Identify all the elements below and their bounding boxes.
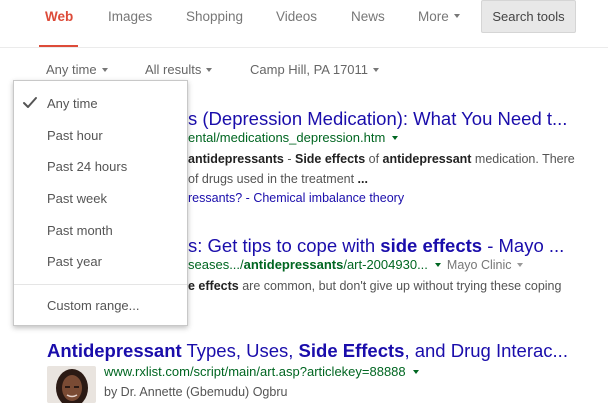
title-term: Side Effects: [298, 340, 405, 361]
url-term: antidepressants: [243, 257, 344, 272]
title-term: Antidepressant: [47, 340, 182, 361]
title-part: Types, Uses,: [181, 340, 299, 361]
chevron-down-icon[interactable]: [516, 262, 523, 267]
snippet-text: -: [283, 152, 295, 166]
snippet-term: ...: [357, 172, 368, 186]
check-icon: [23, 97, 37, 108]
filter-location-label: Camp Hill, PA 17011: [250, 62, 369, 77]
menu-item-custom-range[interactable]: Custom range...: [47, 298, 140, 313]
sitelink-chemical-imbalance[interactable]: Chemical imbalance theory: [253, 191, 404, 205]
tab-videos[interactable]: Videos: [276, 9, 317, 48]
menu-item-past-hour[interactable]: Past hour: [47, 128, 103, 143]
filter-location[interactable]: Camp Hill, PA 17011: [250, 62, 380, 77]
result-url-1: ental/medications_depression.htm: [188, 130, 399, 145]
snippet-text: of: [365, 152, 383, 166]
title-part: , and Drug Interac...: [404, 340, 568, 361]
chevron-down-icon: [453, 14, 460, 19]
tab-web[interactable]: Web: [39, 9, 78, 48]
menu-divider: [14, 284, 187, 285]
url-part: /art-2004930...: [343, 257, 428, 272]
menu-item-past-year[interactable]: Past year: [47, 254, 102, 269]
snippet-term: antidepressant: [382, 152, 472, 166]
title-part: s: [188, 235, 198, 256]
chevron-down-icon: [373, 67, 380, 72]
result-sitelinks-1: ressants? - Chemical imbalance theory: [188, 191, 404, 205]
menu-item-past-24-hours[interactable]: Past 24 hours: [47, 159, 127, 174]
result-title-1[interactable]: s (Depression Medication): What You Need…: [188, 108, 567, 130]
result-url-3-text: www.rxlist.com/script/main/art.asp?artic…: [104, 364, 406, 379]
snippet-text: are common, but don't give up without tr…: [238, 279, 562, 293]
chevron-down-icon: [206, 67, 213, 72]
tab-news-label: News: [351, 9, 385, 24]
result-source[interactable]: Mayo Clinic: [447, 258, 512, 272]
result-author[interactable]: by Dr. Annette (Gbemudu) Ogbru: [104, 385, 287, 399]
time-filter-menu: Any time Past hour Past 24 hours Past we…: [13, 80, 188, 326]
chevron-down-icon[interactable]: [392, 135, 399, 140]
result-snippet-2: e effects are common, but don't give up …: [188, 279, 561, 293]
filter-results[interactable]: All results: [145, 62, 213, 77]
result-url-1-text: ental/medications_depression.htm: [188, 130, 386, 145]
snippet-term: Side effects: [294, 152, 366, 166]
snippet-term: antidepressants: [188, 152, 284, 166]
filter-time[interactable]: Any time: [46, 62, 108, 77]
chevron-down-icon: [101, 67, 108, 72]
title-part: : Get tips to cope with: [197, 235, 381, 256]
nav-divider: [0, 47, 608, 48]
author-avatar[interactable]: [47, 366, 96, 403]
tab-images-label: Images: [108, 9, 153, 24]
title-term: side effects: [380, 235, 483, 256]
result-title-3[interactable]: Antidepressant Types, Uses, Side Effects…: [47, 340, 568, 362]
tab-shopping[interactable]: Shopping: [186, 9, 243, 48]
filter-time-label: Any time: [46, 62, 97, 77]
author-photo: [47, 366, 96, 403]
tab-images[interactable]: Images: [108, 9, 152, 48]
sitelink-partial[interactable]: ressants? -: [188, 191, 253, 205]
title-part: - Mayo ...: [482, 235, 565, 256]
tab-more-label: More: [418, 9, 449, 24]
menu-item-any-time[interactable]: Any time: [47, 96, 98, 111]
url-part: seases.../: [188, 257, 244, 272]
search-results-page: Web Images Shopping Videos News More Sea…: [0, 0, 608, 403]
tab-web-label: Web: [45, 9, 74, 24]
tab-shopping-label: Shopping: [186, 9, 244, 24]
result-url-3: www.rxlist.com/script/main/art.asp?artic…: [104, 364, 419, 379]
tab-more[interactable]: More: [418, 9, 460, 48]
search-tools-button[interactable]: Search tools: [481, 0, 576, 33]
menu-item-past-month[interactable]: Past month: [47, 223, 113, 238]
menu-item-past-week[interactable]: Past week: [47, 191, 107, 206]
result-url-2: seases.../antidepressants/art-2004930...…: [188, 257, 523, 272]
result-title-2[interactable]: s: Get tips to cope with side effects - …: [188, 235, 564, 257]
top-nav: Web Images Shopping Videos News More Sea…: [0, 0, 608, 48]
result-snippet-1-line-1: antidepressants - Side effects of antide…: [188, 152, 575, 166]
filter-results-label: All results: [145, 62, 202, 77]
chevron-down-icon[interactable]: [412, 369, 419, 374]
snippet-term: e effects: [188, 279, 239, 293]
chevron-down-icon[interactable]: [434, 262, 441, 267]
tab-videos-label: Videos: [276, 9, 318, 24]
snippet-text: of drugs used in the treatment: [188, 172, 358, 186]
tab-news[interactable]: News: [351, 9, 385, 48]
result-snippet-1-line-2: of drugs used in the treatment ...: [188, 172, 368, 186]
snippet-text: medication. There: [471, 152, 575, 166]
